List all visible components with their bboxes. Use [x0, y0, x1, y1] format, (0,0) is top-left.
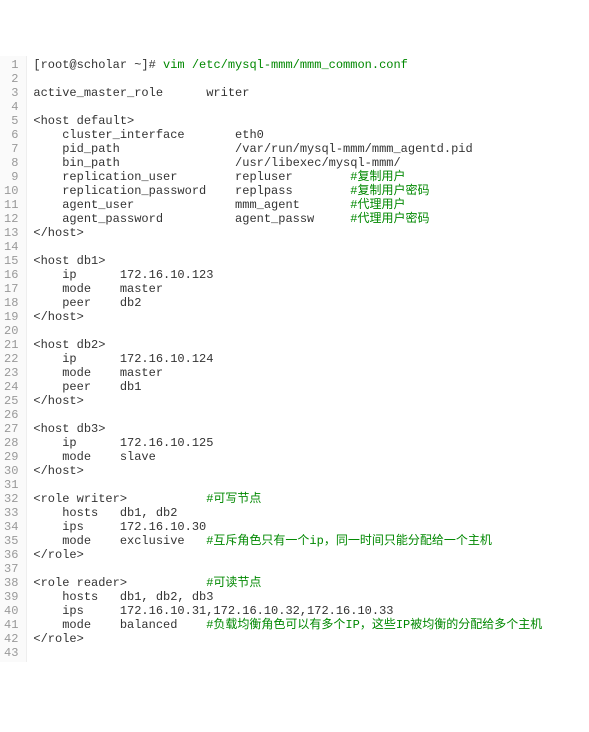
code-line: ip 172.16.10.123 [33, 268, 542, 282]
code-text: <host default> [33, 114, 134, 128]
code-comment: #代理用户密码 [350, 212, 429, 226]
shell-command: vim /etc/mysql-mmm/mmm_common.conf [163, 58, 408, 72]
code-line: replication_user repluser #复制用户 [33, 170, 542, 184]
code-comment: #代理用户 [350, 198, 405, 212]
code-line: pid_path /var/run/mysql-mmm/mmm_agentd.p… [33, 142, 542, 156]
shell-prompt: [root@scholar ~]# [33, 58, 163, 72]
code-line: [root@scholar ~]# vim /etc/mysql-mmm/mmm… [33, 58, 542, 72]
code-line: mode slave [33, 450, 542, 464]
code-text: active_master_role writer [33, 86, 249, 100]
code-line: </host> [33, 464, 542, 478]
code-text: pid_path /var/run/mysql-mmm/mmm_agentd.p… [33, 142, 472, 156]
code-text: <role reader> [33, 576, 206, 590]
code-line [33, 646, 542, 660]
code-text: cluster_interface eth0 [33, 128, 263, 142]
code-line: ip 172.16.10.125 [33, 436, 542, 450]
code-comment: #复制用户 [350, 170, 405, 184]
code-text: peer db2 [33, 296, 141, 310]
code-area[interactable]: [root@scholar ~]# vim /etc/mysql-mmm/mmm… [27, 56, 542, 662]
code-line: mode exclusive #互斥角色只有一个ip，同一时间只能分配给一个主机 [33, 534, 542, 548]
code-line: </role> [33, 548, 542, 562]
code-line [33, 100, 542, 114]
code-line: bin_path /usr/libexec/mysql-mmm/ [33, 156, 542, 170]
code-text: ip 172.16.10.124 [33, 352, 213, 366]
code-line [33, 408, 542, 422]
code-text: mode master [33, 282, 163, 296]
code-text: mode balanced [33, 618, 206, 632]
code-text: hosts db1, db2 [33, 506, 177, 520]
code-comment: #可写节点 [206, 492, 261, 506]
code-line [33, 324, 542, 338]
code-comment: #可读节点 [206, 576, 261, 590]
code-text: ip 172.16.10.125 [33, 436, 213, 450]
code-text: </host> [33, 226, 83, 240]
code-comment: #互斥角色只有一个ip，同一时间只能分配给一个主机 [206, 534, 492, 548]
code-line: replication_password replpass #复制用户密码 [33, 184, 542, 198]
code-line: peer db2 [33, 296, 542, 310]
code-line: <role writer> #可写节点 [33, 492, 542, 506]
code-line: agent_user mmm_agent #代理用户 [33, 198, 542, 212]
code-line: </host> [33, 226, 542, 240]
code-line: </host> [33, 394, 542, 408]
code-line: </role> [33, 632, 542, 646]
code-line: ip 172.16.10.124 [33, 352, 542, 366]
code-line [33, 72, 542, 86]
code-text: </host> [33, 464, 83, 478]
code-line: hosts db1, db2 [33, 506, 542, 520]
code-text: ips 172.16.10.30 [33, 520, 206, 534]
code-text: </role> [33, 548, 83, 562]
code-comment: #复制用户密码 [350, 184, 429, 198]
code-text: agent_user mmm_agent [33, 198, 350, 212]
code-line [33, 562, 542, 576]
code-text: </role> [33, 632, 83, 646]
code-text: bin_path /usr/libexec/mysql-mmm/ [33, 156, 400, 170]
code-text: replication_password replpass [33, 184, 350, 198]
code-line: mode master [33, 282, 542, 296]
code-line: mode balanced #负载均衡角色可以有多个IP，这些IP被均衡的分配给… [33, 618, 542, 632]
code-text: </host> [33, 394, 83, 408]
code-text: ip 172.16.10.123 [33, 268, 213, 282]
code-line: <host db2> [33, 338, 542, 352]
code-line: mode master [33, 366, 542, 380]
line-number-gutter: 1 2 3 4 5 6 7 8 9 10 11 12 13 14 15 16 1… [0, 56, 27, 662]
code-editor: 1 2 3 4 5 6 7 8 9 10 11 12 13 14 15 16 1… [0, 56, 589, 662]
code-text: <host db1> [33, 254, 105, 268]
code-line: </host> [33, 310, 542, 324]
code-line: cluster_interface eth0 [33, 128, 542, 142]
code-text: mode exclusive [33, 534, 206, 548]
code-text: peer db1 [33, 380, 141, 394]
code-text: agent_password agent_passw [33, 212, 350, 226]
code-text: replication_user repluser [33, 170, 350, 184]
code-line: active_master_role writer [33, 86, 542, 100]
code-line [33, 478, 542, 492]
code-line: hosts db1, db2, db3 [33, 590, 542, 604]
code-text: mode master [33, 366, 163, 380]
code-line: ips 172.16.10.30 [33, 520, 542, 534]
code-line: <role reader> #可读节点 [33, 576, 542, 590]
code-text: ips 172.16.10.31,172.16.10.32,172.16.10.… [33, 604, 393, 618]
code-text: hosts db1, db2, db3 [33, 590, 213, 604]
code-line: <host db1> [33, 254, 542, 268]
code-text: <host db3> [33, 422, 105, 436]
code-text: mode slave [33, 450, 155, 464]
code-line: agent_password agent_passw #代理用户密码 [33, 212, 542, 226]
code-line: <host db3> [33, 422, 542, 436]
code-line: peer db1 [33, 380, 542, 394]
code-comment: #负载均衡角色可以有多个IP，这些IP被均衡的分配给多个主机 [206, 618, 542, 632]
code-text: <host db2> [33, 338, 105, 352]
code-line: <host default> [33, 114, 542, 128]
code-text: </host> [33, 310, 83, 324]
code-line: ips 172.16.10.31,172.16.10.32,172.16.10.… [33, 604, 542, 618]
code-text: <role writer> [33, 492, 206, 506]
code-line [33, 240, 542, 254]
